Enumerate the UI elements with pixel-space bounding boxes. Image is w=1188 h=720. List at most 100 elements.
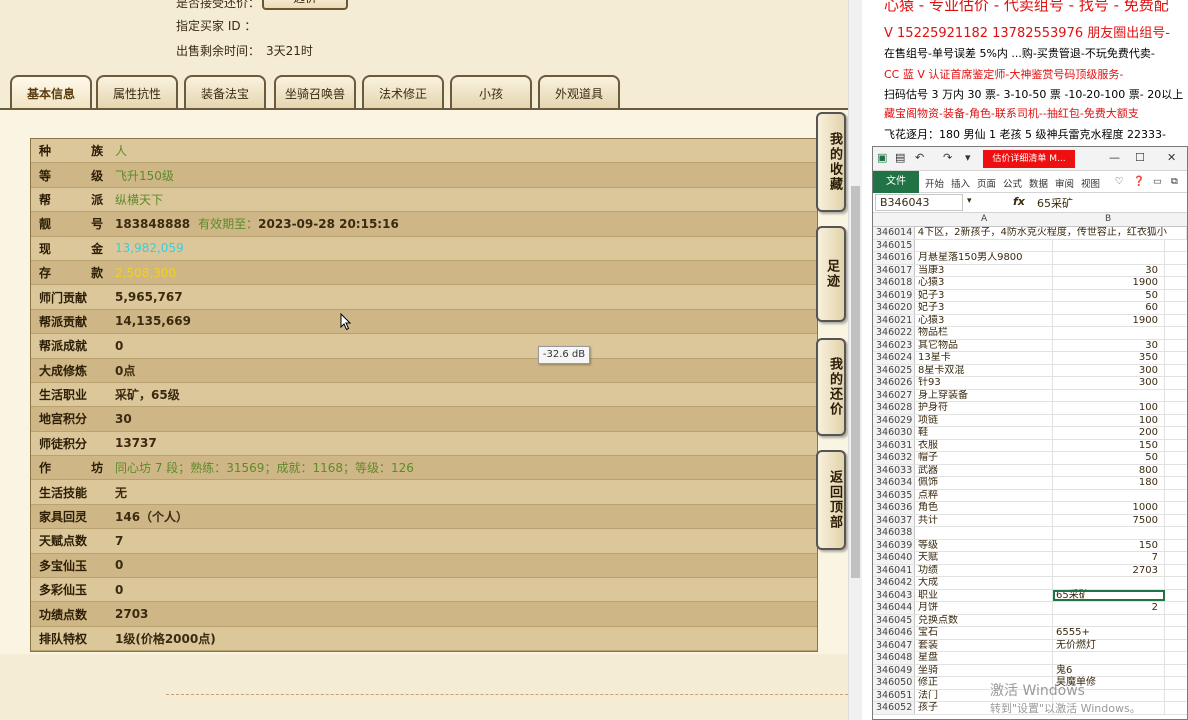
tab-attributes[interactable]: 属性抗性 xyxy=(96,75,178,109)
row-number[interactable]: 346024 xyxy=(873,352,915,364)
scrollbar-thumb[interactable] xyxy=(851,186,860,578)
row-number[interactable]: 346038 xyxy=(873,527,915,539)
cell-b[interactable]: 60 xyxy=(1053,302,1165,314)
row-number[interactable]: 346050 xyxy=(873,677,915,689)
row-number[interactable]: 346045 xyxy=(873,614,915,626)
cell-b[interactable]: 7500 xyxy=(1053,514,1165,526)
cell-a[interactable]: 针93 xyxy=(915,377,1053,389)
row-number[interactable]: 346051 xyxy=(873,689,915,701)
cell-b[interactable]: 300 xyxy=(1053,377,1165,389)
row-number[interactable]: 346039 xyxy=(873,539,915,551)
cell-b[interactable]: 2703 xyxy=(1053,564,1165,576)
cell-b[interactable]: 300 xyxy=(1053,364,1165,376)
close-icon[interactable]: ✕ xyxy=(1167,151,1176,164)
row-number[interactable]: 346020 xyxy=(873,302,915,314)
cell-a[interactable]: 功绩 xyxy=(915,564,1053,576)
row-number[interactable]: 346052 xyxy=(873,702,915,714)
cell-b[interactable]: 50 xyxy=(1053,289,1165,301)
cell-a[interactable]: 佩饰 xyxy=(915,477,1053,489)
row-number[interactable]: 346021 xyxy=(873,314,915,326)
row-number[interactable]: 346016 xyxy=(873,252,915,264)
cell-b[interactable]: 100 xyxy=(1053,414,1165,426)
maximize-icon[interactable]: ☐ xyxy=(1135,151,1145,164)
my-favorites-button[interactable]: 我的收藏 xyxy=(816,112,846,212)
row-number[interactable]: 346019 xyxy=(873,289,915,301)
fx-icon[interactable]: fx xyxy=(1013,195,1025,208)
row-number[interactable]: 346040 xyxy=(873,552,915,564)
ribbon-options-icon[interactable]: ▭ xyxy=(1153,176,1162,187)
row-number[interactable]: 346033 xyxy=(873,464,915,476)
cell-a[interactable]: 武器 xyxy=(915,464,1053,476)
cell-a[interactable]: 帽子 xyxy=(915,452,1053,464)
cell-a[interactable]: 角色 xyxy=(915,502,1053,514)
choose-price-button[interactable]: 选价 xyxy=(262,0,348,10)
cell-a[interactable]: 衣服 xyxy=(915,439,1053,451)
namebox-dropdown-icon[interactable]: ▾ xyxy=(967,196,972,206)
cell-b[interactable]: 150 xyxy=(1053,539,1165,551)
column-b-header[interactable]: B xyxy=(1105,214,1111,224)
ribbon-tab-review[interactable]: 审阅 xyxy=(1055,176,1074,190)
row-number[interactable]: 346049 xyxy=(873,664,915,676)
ribbon-tab-view[interactable]: 视图 xyxy=(1081,176,1100,190)
cell-a[interactable]: 宝石 xyxy=(915,627,1053,639)
row-number[interactable]: 346031 xyxy=(873,439,915,451)
cell-a[interactable]: 当康3 xyxy=(915,264,1053,276)
cell-b[interactable]: 1000 xyxy=(1053,502,1165,514)
cell-a[interactable]: 天赋 xyxy=(915,552,1053,564)
row-number[interactable]: 346029 xyxy=(873,414,915,426)
row-number[interactable]: 346014 xyxy=(873,227,915,239)
name-box[interactable]: B346043 xyxy=(875,194,963,211)
row-number[interactable]: 346034 xyxy=(873,477,915,489)
row-number[interactable]: 346044 xyxy=(873,602,915,614)
ribbon-tab-formulas[interactable]: 公式 xyxy=(1003,176,1022,190)
redo-icon[interactable]: ↷ xyxy=(943,151,952,164)
cell-b[interactable] xyxy=(1053,252,1165,264)
ribbon-tab-insert[interactable]: 插入 xyxy=(951,176,970,190)
help-icon[interactable]: ❓ xyxy=(1133,176,1145,187)
cell-a[interactable]: 套装 xyxy=(915,639,1053,651)
cell-a[interactable]: 其它物品 xyxy=(915,339,1053,351)
cell-b[interactable]: 6555+ xyxy=(1053,627,1165,639)
tab-spell-correction[interactable]: 法术修正 xyxy=(362,75,444,109)
undo-icon[interactable]: ↶ xyxy=(915,151,924,164)
ribbon-tab-data[interactable]: 数据 xyxy=(1029,176,1048,190)
cell-a[interactable]: 鞋 xyxy=(915,427,1053,439)
row-number[interactable]: 346036 xyxy=(873,502,915,514)
row-number[interactable]: 346043 xyxy=(873,589,915,601)
cell-a[interactable]: 8星卡双混 xyxy=(915,364,1053,376)
cell-a[interactable] xyxy=(915,527,1053,539)
my-bargains-button[interactable]: 我的还价 xyxy=(816,338,846,436)
cell-b[interactable] xyxy=(1053,489,1165,501)
cell-b[interactable]: 7 xyxy=(1053,552,1165,564)
row-number[interactable]: 346017 xyxy=(873,264,915,276)
heart-icon[interactable]: ♡ xyxy=(1115,176,1124,187)
cell-b[interactable]: 50 xyxy=(1053,452,1165,464)
cell-b[interactable]: 30 xyxy=(1053,339,1165,351)
cell-a[interactable]: 职业 xyxy=(915,589,1053,601)
cell-b[interactable] xyxy=(1053,614,1165,626)
row-number[interactable]: 346035 xyxy=(873,489,915,501)
sheet-grid[interactable]: 346014 4下区，2新孩子，4防水克火程度，传世容止，红衣狐小 346015 34… xyxy=(873,227,1187,715)
cell-b[interactable]: 150 xyxy=(1053,439,1165,451)
tab-appearance[interactable]: 外观道具 xyxy=(538,75,620,109)
formula-input[interactable]: 65采矿 xyxy=(1037,195,1073,211)
minimize-icon[interactable]: — xyxy=(1109,151,1120,164)
selected-cell-b[interactable]: 65采矿 xyxy=(1053,589,1165,601)
cell-b[interactable]: 无价燃灯 xyxy=(1053,639,1165,651)
footprint-button[interactable]: 足迹 xyxy=(816,226,846,322)
cell-a[interactable]: 心猿3 xyxy=(915,314,1053,326)
customize-toolbar-icon[interactable]: ▾ xyxy=(965,151,971,164)
cell-b[interactable]: 800 xyxy=(1053,464,1165,476)
row-number[interactable]: 346022 xyxy=(873,327,915,339)
cell-b[interactable]: 180 xyxy=(1053,477,1165,489)
cell-b[interactable]: 30 xyxy=(1053,264,1165,276)
cell-a[interactable]: 13星卡 xyxy=(915,352,1053,364)
row-number[interactable]: 346041 xyxy=(873,564,915,576)
save-icon[interactable]: ▤ xyxy=(895,151,905,164)
row-number[interactable]: 346048 xyxy=(873,652,915,664)
cell-a[interactable]: 4下区，2新孩子，4防水克火程度，传世容止，红衣狐小 xyxy=(915,227,1187,239)
cell-a[interactable]: 心猿3 xyxy=(915,277,1053,289)
row-number[interactable]: 346032 xyxy=(873,452,915,464)
cell-b[interactable]: 鬼6 xyxy=(1053,664,1165,676)
cell-a[interactable]: 大成 xyxy=(915,577,1053,589)
